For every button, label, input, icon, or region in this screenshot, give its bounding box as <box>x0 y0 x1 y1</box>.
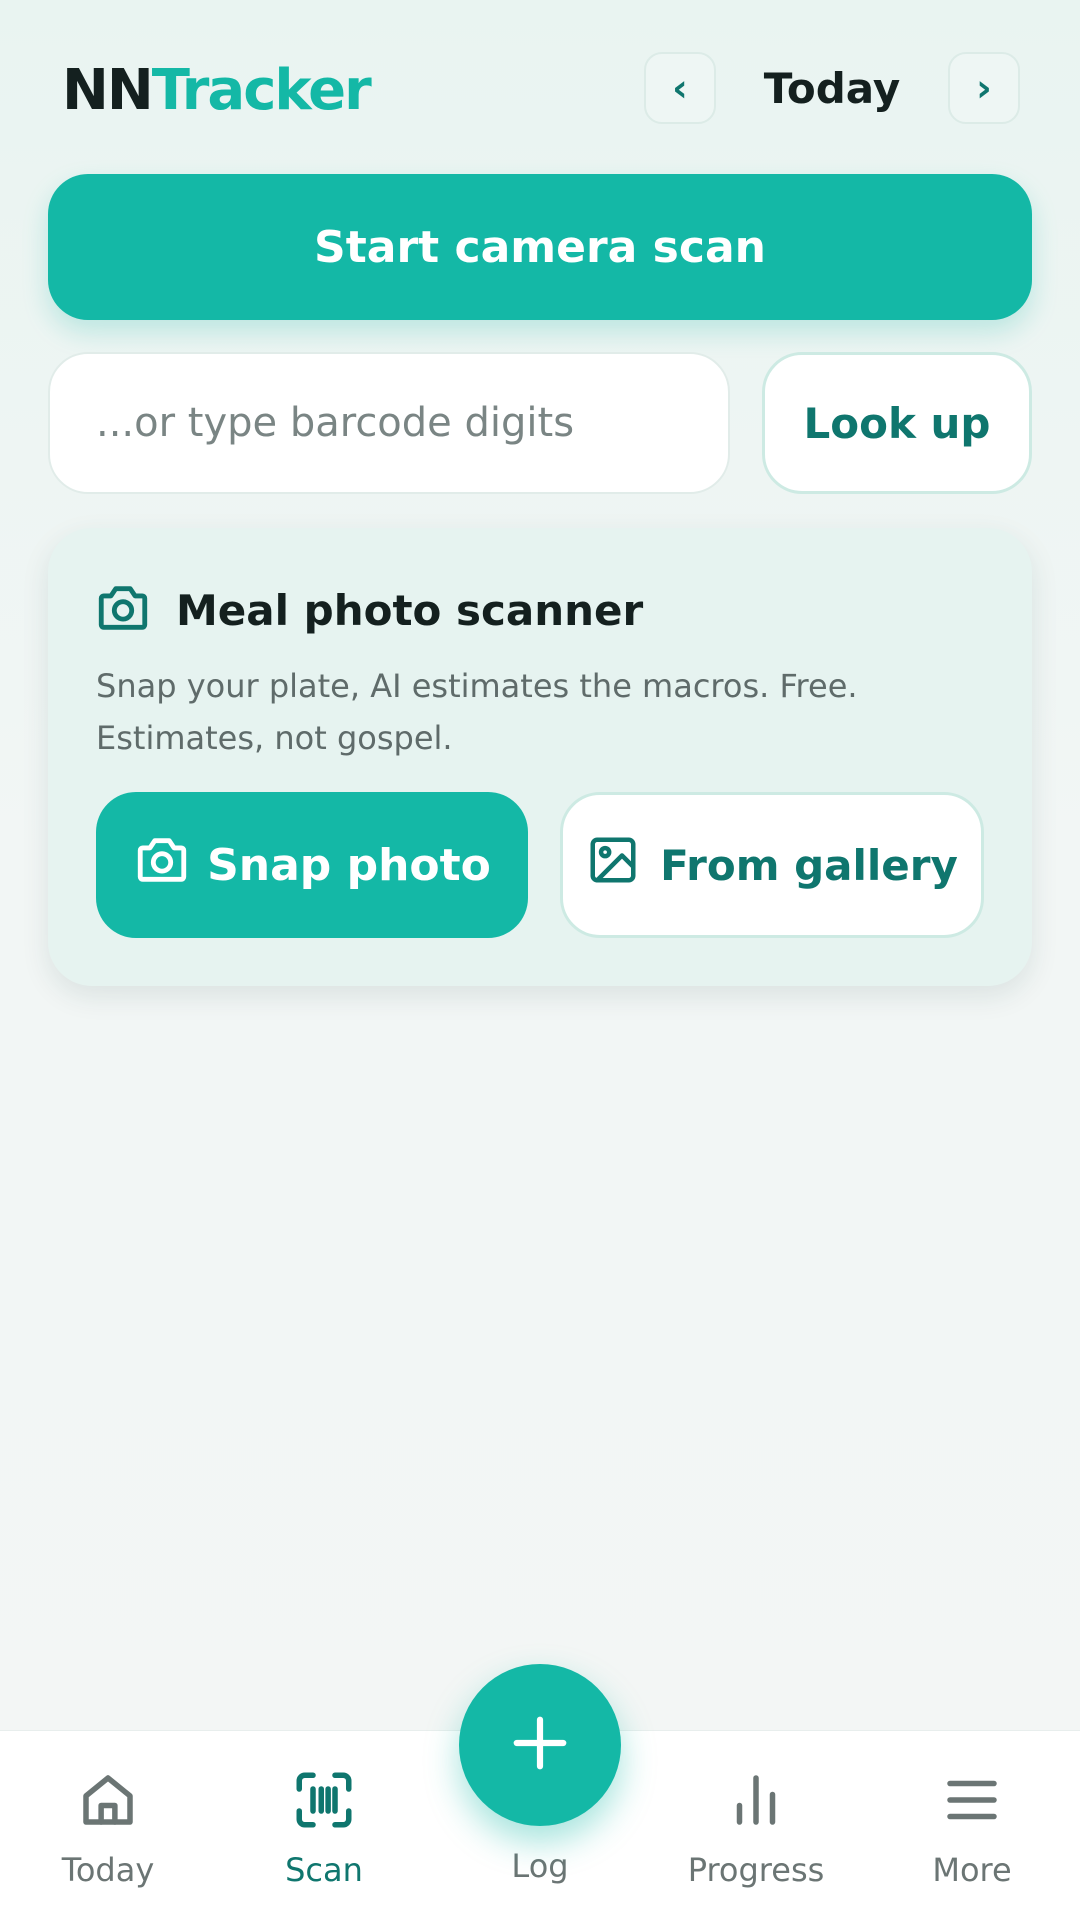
logo-part-tracker: Tracker <box>151 58 372 123</box>
nav-label-progress: Progress <box>687 1851 825 1889</box>
nav-label-log: Log <box>511 1847 569 1885</box>
home-icon <box>75 1767 141 1837</box>
card-description: Snap your plate, AI estimates the macros… <box>96 667 858 757</box>
nav-item-scan[interactable]: Scan <box>234 1767 414 1897</box>
from-gallery-button[interactable]: From gallery <box>560 792 984 938</box>
image-icon <box>586 833 660 897</box>
current-date-label: Today <box>763 63 901 113</box>
next-day-button[interactable]: › <box>948 52 1020 124</box>
start-camera-scan-button[interactable]: Start camera scan <box>48 174 1032 320</box>
nav-label-scan: Scan <box>285 1851 363 1889</box>
app-logo: NNTracker <box>62 58 372 123</box>
card-header: Meal photo scanner <box>94 578 643 642</box>
nav-item-progress[interactable]: Progress <box>666 1767 846 1897</box>
nav-label-today: Today <box>61 1851 155 1889</box>
date-navigator: ‹ Today › <box>644 52 1020 124</box>
camera-icon <box>133 831 207 900</box>
nav-item-today[interactable]: Today <box>18 1767 198 1897</box>
logo-part-nn: NN <box>62 58 154 123</box>
bar-chart-icon <box>723 1767 789 1837</box>
add-log-button[interactable] <box>459 1664 621 1826</box>
from-gallery-label: From gallery <box>660 840 958 890</box>
look-up-button[interactable]: Look up <box>762 352 1032 494</box>
nav-label-more: More <box>932 1851 1012 1889</box>
barcode-icon <box>291 1767 357 1837</box>
barcode-input[interactable] <box>48 352 730 494</box>
snap-photo-button[interactable]: Snap photo <box>96 792 528 938</box>
plus-icon <box>509 1712 571 1778</box>
menu-icon <box>939 1767 1005 1837</box>
card-title: Meal photo scanner <box>176 585 644 635</box>
camera-icon <box>94 579 152 641</box>
nav-item-more[interactable]: More <box>882 1767 1062 1897</box>
snap-photo-label: Snap photo <box>207 839 491 891</box>
app-header: NNTracker ‹ Today › <box>0 0 1080 170</box>
meal-photo-scanner-card: Meal photo scanner Snap your plate, AI e… <box>48 528 1032 986</box>
previous-day-button[interactable]: ‹ <box>644 52 716 124</box>
